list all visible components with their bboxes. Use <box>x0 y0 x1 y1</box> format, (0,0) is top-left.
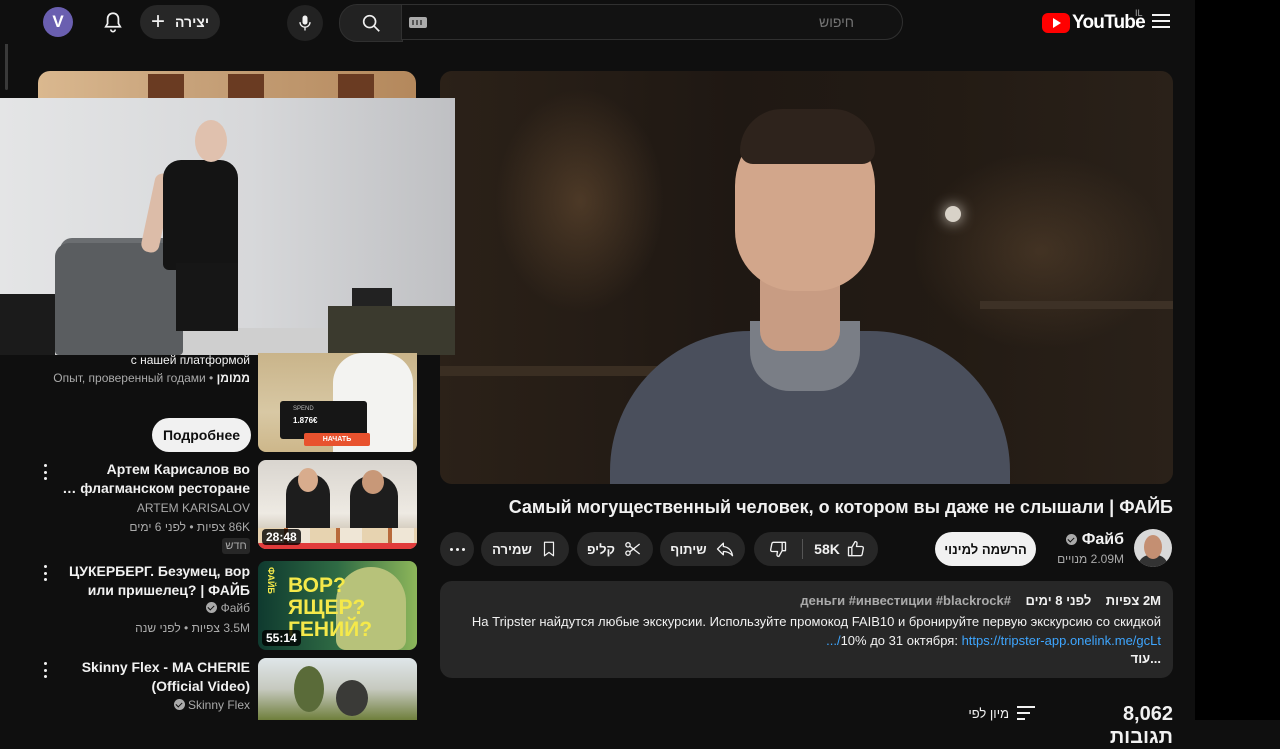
country-code: IL <box>1135 8 1143 18</box>
subscribe-button[interactable]: הרשמה למינוי <box>935 532 1036 566</box>
ad-thumb-spend: SPEND <box>293 406 314 412</box>
youtube-logo-icon <box>1042 13 1070 33</box>
thumb-up-icon <box>847 540 864 557</box>
youtube-logo[interactable]: YouTube <box>1042 12 1146 34</box>
channel-name-text: Файб <box>1081 531 1124 548</box>
bookmark-icon <box>543 541 554 557</box>
suggestion-channel[interactable]: ARTEM KARISALOV <box>58 501 250 515</box>
share-label: שיתוף <box>670 541 707 557</box>
plus-icon: + <box>150 8 165 35</box>
like-button[interactable]: 58K <box>802 532 878 566</box>
more-icon[interactable] <box>38 462 52 482</box>
ad-learn-more-button[interactable]: Подробнее <box>152 418 251 452</box>
duration-badge: 55:14 <box>262 630 301 646</box>
sort-label: מיון לפי <box>968 705 1009 721</box>
verified-icon <box>173 699 185 710</box>
channel-name: Файб <box>220 601 250 615</box>
like-count: 58K <box>814 541 840 557</box>
scissors-icon <box>625 542 641 556</box>
channel-avatar[interactable] <box>1134 529 1172 567</box>
share-button[interactable]: שיתוף <box>660 532 745 566</box>
ad-thumbnail[interactable]: SPEND 1.876€ НАЧАТЬ <box>258 353 417 452</box>
search-input[interactable] <box>401 4 903 40</box>
upload-date: לפני 8 ימים <box>1025 593 1092 608</box>
view-count: 2M צפיות <box>1105 593 1161 608</box>
more-icon[interactable] <box>38 563 52 583</box>
dislike-button[interactable] <box>754 532 802 566</box>
duration-badge: 28:48 <box>262 529 301 545</box>
mic-icon[interactable] <box>287 5 323 41</box>
hashtags[interactable]: #деньги #инвестиции #blackrock <box>800 593 1011 608</box>
suggestion-meta: 3.5M צפיות • לפני שנה <box>135 621 250 635</box>
window-edge <box>1195 0 1280 720</box>
clip-button[interactable]: קליפ <box>577 532 653 566</box>
suggestion-title[interactable]: Артем Карисалов во флагманском ресторане… <box>58 460 250 498</box>
ad-title[interactable]: с нашей платформой <box>60 353 250 367</box>
suggestion-channel[interactable]: Skinny Flex <box>58 698 250 712</box>
thumb-text: ВОР? ЯЩЕР? ГЕНИЙ? <box>288 574 373 641</box>
sort-icon <box>1017 706 1035 720</box>
sidebar-thumbnail[interactable] <box>38 71 416 101</box>
suggestion-thumbnail[interactable]: ФАЙБ ВОР? ЯЩЕР? ГЕНИЙ? 55:14 <box>258 561 417 650</box>
like-dislike-group: 58K <box>754 532 878 566</box>
bell-icon[interactable] <box>100 10 126 36</box>
description-meta: 2M צפיות לפני 8 ימים #деньги #инвестиции… <box>800 593 1161 608</box>
more-icon[interactable] <box>38 660 52 680</box>
search-button[interactable] <box>339 4 403 42</box>
suggestion-title[interactable]: Skinny Flex - MA CHERIE (Official Video) <box>58 658 250 696</box>
menu-icon[interactable] <box>1152 14 1170 28</box>
create-label: יצירה <box>174 14 210 30</box>
thumb-down-icon <box>769 541 787 558</box>
description-box[interactable]: 2M צפיות לפני 8 ימים #деньги #инвестиции… <box>440 581 1173 678</box>
video-player[interactable] <box>440 71 1173 484</box>
more-actions-button[interactable] <box>440 532 474 566</box>
suggestion-title[interactable]: ЦУКЕРБЕРГ. Безумец, вор или пришелец? | … <box>58 562 250 600</box>
share-icon <box>716 542 733 557</box>
show-more-button[interactable]: ...עוד <box>1131 651 1161 666</box>
description-text: На Tripster найдутся любые экскурсии. Ис… <box>471 612 1161 650</box>
ad-meta: ממומן • Опыт, проверенный годами <box>53 371 250 385</box>
logo-text: YouTube <box>1072 12 1146 33</box>
clip-label: קליפ <box>586 541 616 557</box>
search-icon <box>362 14 380 32</box>
verified-icon <box>206 602 218 613</box>
channel-name: Skinny Flex <box>187 698 250 712</box>
webcam-overlay <box>0 98 455 355</box>
suggestion-thumbnail[interactable] <box>258 658 417 720</box>
ad-thumb-button: НАЧАТЬ <box>304 433 370 446</box>
ad-sponsored-label: ממומן <box>216 371 250 385</box>
suggestion-channel[interactable]: Файб <box>58 601 250 615</box>
verified-icon <box>1066 534 1078 545</box>
suggestion-meta: 86K צפיות • לפני 6 ימים <box>129 520 250 534</box>
avatar[interactable]: V <box>43 7 73 37</box>
thumb-side-text: ФАЙБ <box>266 567 276 594</box>
ad-description: Опыт, проверенный годами <box>53 371 206 385</box>
ad-thumb-amount: 1.876€ <box>293 416 318 425</box>
suggestion-thumbnail[interactable]: 28:48 <box>258 460 417 549</box>
create-button[interactable]: יצירה + <box>140 5 220 39</box>
comments-count: 8,062 תגובות <box>1109 703 1173 748</box>
channel-name[interactable]: Файб <box>1040 531 1124 549</box>
keyboard-icon[interactable] <box>409 17 427 28</box>
new-badge: חדש <box>222 538 250 554</box>
video-title: Самый могущественный человек, о котором … <box>508 497 1173 517</box>
save-label: שמירה <box>492 541 532 557</box>
sort-button[interactable]: מיון לפי <box>960 703 1035 723</box>
save-button[interactable]: שמירה <box>481 532 569 566</box>
